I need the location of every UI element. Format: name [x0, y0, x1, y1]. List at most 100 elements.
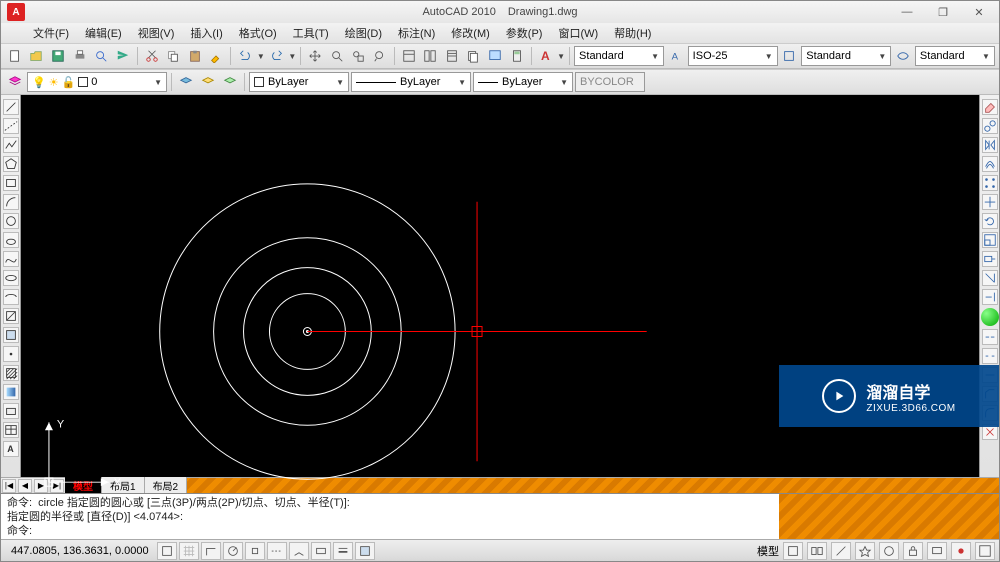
new-icon[interactable] — [5, 46, 25, 66]
osnap-toggle-icon[interactable] — [245, 542, 265, 560]
grid-toggle-icon[interactable] — [179, 542, 199, 560]
status-quickview-icon[interactable] — [807, 542, 827, 560]
status-annovis-icon[interactable] — [855, 542, 875, 560]
menu-window[interactable]: 窗口(W) — [550, 23, 606, 43]
move-icon[interactable] — [982, 194, 998, 210]
publish-icon[interactable] — [113, 46, 133, 66]
minimize-button[interactable]: — — [895, 5, 919, 19]
status-annoscale-icon[interactable] — [831, 542, 851, 560]
designcenter-icon[interactable] — [420, 46, 440, 66]
undo-dropdown-icon[interactable]: ▼ — [257, 52, 265, 61]
construction-line-icon[interactable] — [3, 118, 19, 134]
menu-tools[interactable]: 工具(T) — [285, 23, 337, 43]
copy-icon[interactable] — [163, 46, 183, 66]
open-icon[interactable] — [27, 46, 47, 66]
mlstyle-dropdown[interactable]: Standard▼ — [915, 46, 995, 66]
paste-icon[interactable] — [185, 46, 205, 66]
snap-toggle-icon[interactable] — [157, 542, 177, 560]
point-icon[interactable] — [3, 346, 19, 362]
pan-icon[interactable] — [305, 46, 325, 66]
polygon-icon[interactable] — [3, 156, 19, 172]
menu-help[interactable]: 帮助(H) — [606, 23, 659, 43]
dimstyle-btn-icon[interactable] — [780, 46, 800, 66]
properties-icon[interactable] — [399, 46, 419, 66]
dyn-toggle-icon[interactable] — [311, 542, 331, 560]
nav-wheel-icon[interactable] — [981, 308, 999, 326]
status-lock-icon[interactable] — [903, 542, 923, 560]
menu-file[interactable]: 文件(F) — [25, 23, 77, 43]
textstyle-dropdown[interactable]: Standard▼ — [574, 46, 664, 66]
menu-dim[interactable]: 标注(N) — [390, 23, 443, 43]
table-icon[interactable] — [3, 422, 19, 438]
redo-dropdown-icon[interactable]: ▼ — [288, 52, 296, 61]
color-dropdown[interactable]: ByLayer ▼ — [249, 72, 349, 92]
preview-icon[interactable] — [92, 46, 112, 66]
zoom-realtime-icon[interactable] — [327, 46, 347, 66]
extend-icon[interactable] — [982, 289, 998, 305]
close-button[interactable]: ✕ — [967, 5, 991, 19]
rectangle-icon[interactable] — [3, 175, 19, 191]
insert-block-icon[interactable] — [3, 308, 19, 324]
copy-obj-icon[interactable] — [982, 118, 998, 134]
linetype-dropdown[interactable]: ByLayer ▼ — [351, 72, 471, 92]
status-ws-icon[interactable] — [879, 542, 899, 560]
menu-view[interactable]: 视图(V) — [130, 23, 183, 43]
help-dropdown-icon[interactable]: ▼ — [557, 52, 565, 61]
mirror-icon[interactable] — [982, 137, 998, 153]
zoom-prev-icon[interactable] — [370, 46, 390, 66]
qp-toggle-icon[interactable] — [355, 542, 375, 560]
line-icon[interactable] — [3, 99, 19, 115]
erase-icon[interactable] — [982, 99, 998, 115]
undo-icon[interactable] — [235, 46, 255, 66]
menu-draw[interactable]: 绘图(D) — [337, 23, 390, 43]
menu-param[interactable]: 参数(P) — [498, 23, 551, 43]
layer-iso-icon[interactable] — [220, 72, 240, 92]
help-icon[interactable]: A — [536, 46, 556, 66]
gradient-icon[interactable] — [3, 384, 19, 400]
layer-prev-icon[interactable] — [176, 72, 196, 92]
layer-dropdown[interactable]: 💡 ☀ 🔓 0 ▼ — [27, 72, 167, 92]
hatch-icon[interactable] — [3, 365, 19, 381]
otrack-toggle-icon[interactable] — [267, 542, 287, 560]
menu-modify[interactable]: 修改(M) — [443, 23, 498, 43]
status-isolate-icon[interactable] — [951, 542, 971, 560]
arc-icon[interactable] — [3, 194, 19, 210]
markup-icon[interactable] — [485, 46, 505, 66]
trim-icon[interactable] — [982, 270, 998, 286]
maximize-button[interactable]: ❐ — [931, 5, 955, 19]
rotate-icon[interactable] — [982, 213, 998, 229]
redo-icon[interactable] — [267, 46, 287, 66]
layer-states-icon[interactable] — [198, 72, 218, 92]
menu-format[interactable]: 格式(O) — [231, 23, 285, 43]
textstyle-btn-icon[interactable]: A — [666, 46, 686, 66]
matchprop-icon[interactable] — [207, 46, 227, 66]
spline-icon[interactable] — [3, 251, 19, 267]
status-hardware-icon[interactable] — [927, 542, 947, 560]
stretch-icon[interactable] — [982, 251, 998, 267]
break-point-icon[interactable] — [982, 329, 998, 345]
ellipse-arc-icon[interactable] — [3, 289, 19, 305]
ellipse-icon[interactable] — [3, 270, 19, 286]
save-icon[interactable] — [48, 46, 68, 66]
polyline-icon[interactable] — [3, 137, 19, 153]
calc-icon[interactable] — [507, 46, 527, 66]
ortho-toggle-icon[interactable] — [201, 542, 221, 560]
polar-toggle-icon[interactable] — [223, 542, 243, 560]
command-window[interactable]: 命令: circle 指定圆的圆心或 [三点(3P)/两点(2P)/切点、切点、… — [1, 493, 999, 539]
tab-nav-first[interactable]: |◀ — [2, 479, 16, 493]
mtext-icon[interactable]: A — [3, 441, 19, 457]
sheetset-icon[interactable] — [464, 46, 484, 66]
circle-icon[interactable] — [3, 213, 19, 229]
region-icon[interactable] — [3, 403, 19, 419]
status-clean-icon[interactable] — [975, 542, 995, 560]
revcloud-icon[interactable] — [3, 232, 19, 248]
dimstyle-dropdown[interactable]: ISO-25▼ — [688, 46, 778, 66]
scale-icon[interactable] — [982, 232, 998, 248]
make-block-icon[interactable] — [3, 327, 19, 343]
space-label[interactable]: 模型 — [757, 543, 779, 559]
menu-edit[interactable]: 编辑(E) — [77, 23, 130, 43]
cut-icon[interactable] — [142, 46, 162, 66]
lwt-toggle-icon[interactable] — [333, 542, 353, 560]
tablestyle-btn-icon[interactable] — [893, 46, 913, 66]
tablestyle-dropdown[interactable]: Standard▼ — [801, 46, 891, 66]
